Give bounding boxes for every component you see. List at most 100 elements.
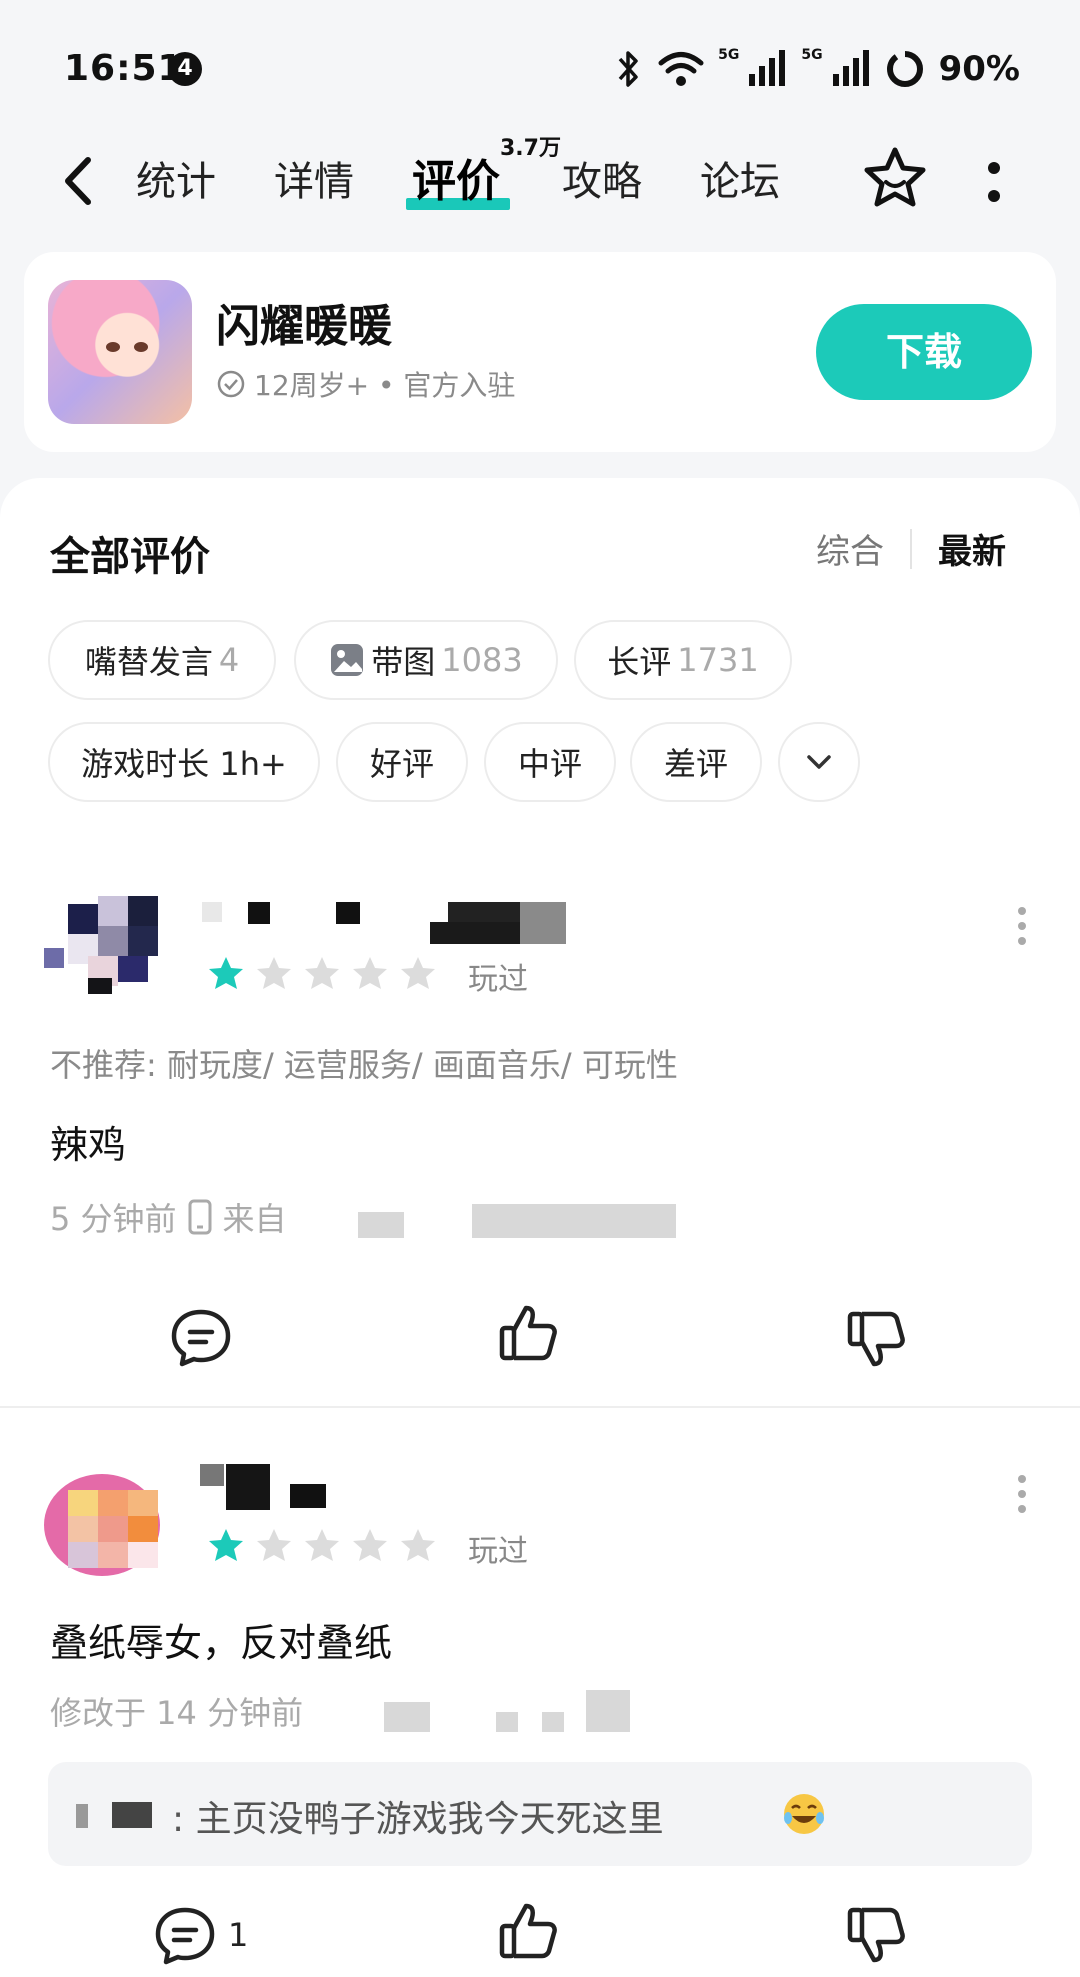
filter-chip-negative[interactable]: 差评 xyxy=(630,722,762,802)
reply-username-redacted xyxy=(76,1802,152,1828)
status-bar: 16:51 4 5G 5G 90% xyxy=(0,0,1080,130)
sort-comprehensive[interactable]: 综合 xyxy=(816,524,884,573)
network-label-2: 5G xyxy=(801,47,823,63)
reviews-panel: 全部评价 综合 最新 嘴替发言 4 带图 1083 长评 1731 游戏时长 1… xyxy=(0,478,1080,1977)
star-empty-icon xyxy=(305,957,339,989)
filter-chip-neutral[interactable]: 中评 xyxy=(484,722,616,802)
rating-stars xyxy=(206,1526,438,1566)
filter-chip-label: 中评 xyxy=(517,745,582,783)
review-time: 修改于 14 分钟前 xyxy=(50,1694,304,1732)
download-button[interactable]: 下载 xyxy=(816,304,1032,400)
thumbs-down-icon[interactable] xyxy=(844,1902,910,1968)
thumbs-up-icon[interactable] xyxy=(496,1300,562,1366)
app-name: 闪耀暖暖 xyxy=(216,301,392,352)
app-icon-eye-left xyxy=(106,342,120,352)
reply-preview[interactable]: : 主页没鸭子游戏我今天死这里 xyxy=(48,1762,1032,1866)
app-icon[interactable] xyxy=(48,280,192,424)
review-more-icon[interactable] xyxy=(1016,906,1028,946)
review-meta: 5 分钟前 来自 xyxy=(50,1194,287,1240)
app-meta: 12周岁+ • 官方入驻 xyxy=(216,364,515,404)
sort-options: 综合 最新 xyxy=(816,524,1006,573)
review-text: 叠纸辱女，反对叠纸 xyxy=(50,1621,393,1665)
tab-guides[interactable]: 攻略 xyxy=(562,152,642,212)
battery-ring-icon xyxy=(886,51,923,87)
filter-chip-label: 带图 xyxy=(371,643,436,681)
review-text: 辣鸡 xyxy=(50,1123,127,1167)
phone-icon xyxy=(188,1199,212,1235)
filter-chip-label: 游戏时长 1h+ xyxy=(81,745,287,783)
tab-stats[interactable]: 统计 xyxy=(136,152,216,212)
review-meta: 修改于 14 分钟前 xyxy=(50,1688,303,1734)
played-label: 玩过 xyxy=(468,1534,528,1569)
image-icon xyxy=(331,644,364,676)
network-label-1: 5G xyxy=(718,47,740,63)
chevron-down-icon xyxy=(807,755,831,769)
device-redacted xyxy=(472,1204,676,1238)
star-filled-icon xyxy=(209,1529,243,1561)
thumbs-up-icon[interactable] xyxy=(496,1898,562,1964)
filter-expand-button[interactable] xyxy=(778,722,860,802)
star-empty-icon xyxy=(257,1529,291,1561)
filter-chip-quotes[interactable]: 嘴替发言 4 xyxy=(48,620,276,700)
review-tags: 不推荐: 耐玩度/ 运营服务/ 画面音乐/ 可玩性 xyxy=(50,1046,678,1084)
filter-chip-label: 长评 xyxy=(607,643,672,681)
device-redacted xyxy=(586,1690,630,1732)
comment-count: 1 xyxy=(228,1916,249,1954)
tab-details[interactable]: 详情 xyxy=(274,152,354,212)
tab-forum[interactable]: 论坛 xyxy=(700,152,780,212)
sort-latest[interactable]: 最新 xyxy=(938,524,1006,573)
filter-chip-positive[interactable]: 好评 xyxy=(336,722,468,802)
avatar[interactable] xyxy=(44,878,160,994)
username-redacted[interactable] xyxy=(200,1464,340,1510)
review-time: 5 分钟前 xyxy=(50,1200,177,1238)
star-empty-icon xyxy=(305,1529,339,1561)
filter-chip-label: 嘴替发言 xyxy=(84,643,213,681)
verified-check-icon xyxy=(217,370,245,398)
filter-chip-label: 好评 xyxy=(369,745,434,783)
star-empty-icon xyxy=(401,1529,435,1561)
favorite-star-icon[interactable] xyxy=(860,144,930,214)
device-redacted xyxy=(358,1212,404,1238)
review-device-prefix: 来自 xyxy=(222,1200,287,1238)
top-navigation: 统计 详情 评价 3.7万 攻略 论坛 xyxy=(0,130,1080,250)
reply-text: : 主页没鸭子游戏我今天死这里 xyxy=(172,1799,664,1840)
device-redacted xyxy=(384,1702,430,1732)
sort-divider xyxy=(910,528,912,569)
review-more-icon[interactable] xyxy=(1016,1474,1028,1514)
filter-chip-count: 4 xyxy=(218,641,240,679)
star-empty-icon xyxy=(353,1529,387,1561)
star-filled-icon xyxy=(209,957,243,989)
tab-reviews[interactable]: 评价 xyxy=(412,152,500,212)
rating-stars xyxy=(206,954,438,994)
filter-chip-count: 1731 xyxy=(677,641,759,679)
filter-chip-playtime[interactable]: 游戏时长 1h+ xyxy=(48,722,320,802)
notification-badge: 4 xyxy=(168,52,202,86)
avatar[interactable] xyxy=(44,1460,160,1576)
review-count-badge: 3.7万 xyxy=(500,136,561,161)
filter-chip-count: 1083 xyxy=(441,641,523,679)
username-redacted[interactable] xyxy=(200,900,566,946)
laughing-emoji-icon xyxy=(784,1794,824,1834)
star-empty-icon xyxy=(353,957,387,989)
device-redacted xyxy=(496,1712,518,1732)
app-icon-eye-right xyxy=(134,342,148,352)
comment-icon[interactable] xyxy=(168,1304,234,1370)
signal-icon-1 xyxy=(749,50,786,86)
back-arrow-icon[interactable] xyxy=(56,154,100,208)
wifi-icon xyxy=(658,52,704,86)
filter-chip-label: 差评 xyxy=(663,745,728,783)
signal-icon-2 xyxy=(832,50,869,86)
comment-icon[interactable] xyxy=(152,1902,218,1968)
star-empty-icon xyxy=(401,957,435,989)
more-options-icon[interactable] xyxy=(986,160,1002,204)
thumbs-down-icon[interactable] xyxy=(844,1306,910,1372)
device-redacted xyxy=(542,1712,564,1732)
review-divider xyxy=(0,1406,1080,1408)
filter-chip-long-reviews[interactable]: 长评 1731 xyxy=(574,620,792,700)
reviews-section-title: 全部评价 xyxy=(50,534,210,580)
filter-chip-with-images[interactable]: 带图 1083 xyxy=(294,620,558,700)
star-empty-icon xyxy=(257,957,291,989)
app-meta-text: 12周岁+ • 官方入驻 xyxy=(254,369,516,402)
battery-percentage: 90% xyxy=(938,49,1020,89)
app-info-card: 闪耀暖暖 12周岁+ • 官方入驻 下载 xyxy=(24,252,1056,452)
